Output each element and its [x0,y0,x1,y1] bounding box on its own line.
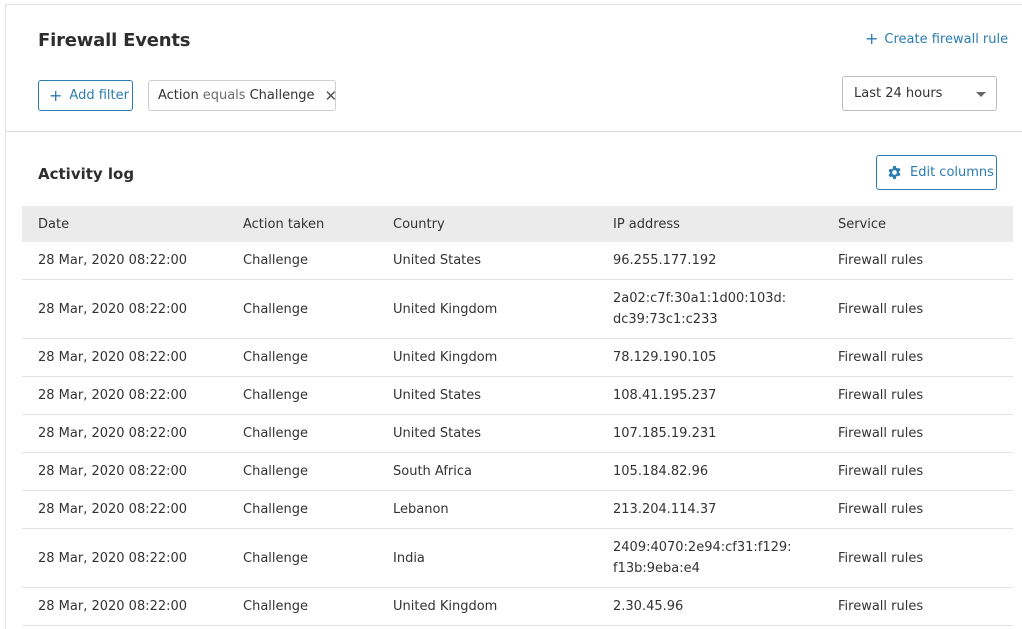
table-row[interactable]: 28 Mar, 2020 08:22:00 Challenge India 24… [22,528,1013,588]
country-cell: South Africa [393,452,613,491]
table-row[interactable]: 28 Mar, 2020 08:22:00 Challenge United S… [22,376,1013,415]
action-cell: Challenge [243,279,393,339]
country-cell: United Kingdom [393,279,613,339]
ip-address: 96.255.177.192 [613,253,717,268]
date-cell: 28 Mar, 2020 08:22:00 [22,452,243,491]
events-header: Firewall Events + Create firewall rule + A… [6,5,1022,132]
column-header-date[interactable]: Date [22,206,243,242]
close-icon[interactable]: ✕ [325,87,338,105]
plus-icon: + [49,85,63,105]
caret-down-icon [976,92,986,97]
column-header-ip[interactable]: IP address [613,206,838,242]
country-cell: United Kingdom [393,338,613,377]
ip-cell: 213.204.114.37 [613,490,838,529]
country-cell: United States [393,376,613,415]
date-cell: 28 Mar, 2020 08:22:00 [22,414,243,453]
ip-cell: 105.184.82.96 [613,452,838,491]
action-cell: Challenge [243,338,393,377]
date-cell: 28 Mar, 2020 08:22:00 [22,587,243,626]
ip-address: 213.204.114.37 [613,502,717,517]
service-cell: Firewall rules [838,376,1013,415]
country-cell: India [393,528,613,588]
plus-icon: + [865,29,879,48]
service-cell: Firewall rules [838,279,1013,339]
table-header-row: Date Action taken Country IP address Ser… [22,206,1013,242]
ip-cell: 2.30.45.96 [613,587,838,626]
edit-columns-button[interactable]: Edit columns [876,155,997,190]
country-cell: Lebanon [393,490,613,529]
service-cell: Firewall rules [838,528,1013,588]
action-cell: Challenge [243,242,393,280]
date-cell: 28 Mar, 2020 08:22:00 [22,528,243,588]
service-cell: Firewall rules [838,338,1013,377]
ip-cell: 107.185.19.231 [613,414,838,453]
add-filter-label: Add filter [69,88,129,103]
ip-address: 2409:4070:2e94:cf31:f129:f13b:9eba:e4 [613,540,792,576]
date-cell: 28 Mar, 2020 08:22:00 [22,376,243,415]
firewall-events-panel: Firewall Events + Create firewall rule + A… [5,4,1022,629]
action-cell: Challenge [243,490,393,529]
action-cell: Challenge [243,452,393,491]
country-cell: United Kingdom [393,587,613,626]
gear-icon [888,165,901,180]
date-cell: 28 Mar, 2020 08:22:00 [22,279,243,339]
activity-log-title: Activity log [38,165,135,183]
date-cell: 28 Mar, 2020 08:22:00 [22,490,243,529]
ip-address: 78.129.190.105 [613,350,717,365]
date-cell: 28 Mar, 2020 08:22:00 [22,242,243,280]
filter-field: Action [158,88,199,103]
ip-cell: 96.255.177.192 [613,242,838,280]
country-cell: United States [393,414,613,453]
date-cell: 28 Mar, 2020 08:22:00 [22,338,243,377]
service-cell: Firewall rules [838,242,1013,280]
country-cell: United States [393,242,613,280]
service-cell: Firewall rules [838,452,1013,491]
column-header-country[interactable]: Country [393,206,613,242]
action-cell: Challenge [243,376,393,415]
table-row[interactable]: 28 Mar, 2020 08:22:00 Challenge South Af… [22,452,1013,491]
table-row[interactable]: 28 Mar, 2020 08:22:00 Challenge United K… [22,587,1013,626]
edit-columns-label: Edit columns [910,165,994,180]
ip-address: 107.185.19.231 [613,426,717,441]
action-cell: Challenge [243,587,393,626]
service-cell: Firewall rules [838,490,1013,529]
time-range-select[interactable]: Last 24 hours [842,76,997,111]
ip-address: 2.30.45.96 [613,599,684,614]
ip-cell: 2a02:c7f:30a1:1d00:103d:dc39:73c1:c233 [613,279,838,339]
create-firewall-rule-label: Create firewall rule [884,32,1009,47]
column-header-service[interactable]: Service [838,206,1013,242]
ip-cell: 2409:4070:2e94:cf31:f129:f13b:9eba:e4 [613,528,838,588]
activity-log-table: Date Action taken Country IP address Ser… [22,206,1013,626]
filter-value: Challenge [249,88,315,103]
page-title: Firewall Events [38,30,191,51]
ip-address: 108.41.195.237 [613,388,717,403]
ip-cell: 78.129.190.105 [613,338,838,377]
column-header-action[interactable]: Action taken [243,206,393,242]
table-row[interactable]: 28 Mar, 2020 08:22:00 Challenge United S… [22,242,1013,280]
service-cell: Firewall rules [838,414,1013,453]
action-cell: Challenge [243,528,393,588]
add-filter-button[interactable]: + Add filter [38,80,133,111]
service-cell: Firewall rules [838,587,1013,626]
table-row[interactable]: 28 Mar, 2020 08:22:00 Challenge United K… [22,338,1013,377]
filter-chip[interactable]: Action equals Challenge ✕ [148,80,338,111]
time-range-value: Last 24 hours [854,86,943,101]
table-row[interactable]: 28 Mar, 2020 08:22:00 Challenge United S… [22,414,1013,453]
create-firewall-rule-link[interactable]: + Create firewall rule [865,28,1009,48]
table-row[interactable]: 28 Mar, 2020 08:22:00 Challenge United K… [22,279,1013,339]
ip-address: 105.184.82.96 [613,464,709,479]
ip-cell: 108.41.195.237 [613,376,838,415]
action-cell: Challenge [243,414,393,453]
ip-address: 2a02:c7f:30a1:1d00:103d:dc39:73c1:c233 [613,291,787,327]
filter-operator: equals [202,88,246,103]
table-row[interactable]: 28 Mar, 2020 08:22:00 Challenge Lebanon … [22,490,1013,529]
